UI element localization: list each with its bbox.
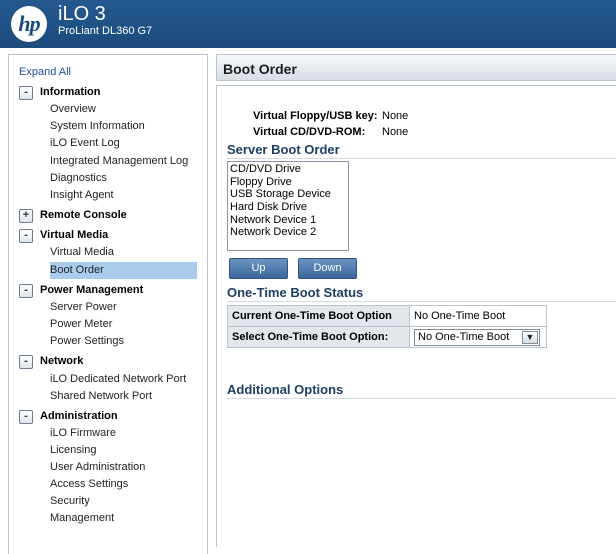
- select-boot-option-cell: No One-Time Boot ▼: [409, 326, 547, 348]
- current-boot-option-value: No One-Time Boot: [409, 305, 547, 327]
- nav-item-shared-network-port[interactable]: Shared Network Port: [50, 388, 197, 405]
- nav-section-label[interactable]: Power Management: [40, 284, 143, 296]
- nav-item-ilo-dedicated-network-port[interactable]: iLO Dedicated Network Port: [50, 371, 197, 388]
- content-panel: Virtual Floppy/USB key: None Virtual CD/…: [216, 85, 616, 547]
- server-model: ProLiant DL360 G7: [58, 25, 153, 37]
- nav-item-ilo-firmware[interactable]: iLO Firmware: [50, 425, 197, 442]
- nav-item-server-power[interactable]: Server Power: [50, 299, 197, 316]
- header-bar: hp iLO 3 ProLiant DL360 G7: [0, 0, 616, 48]
- expand-all-link[interactable]: Expand All: [19, 66, 71, 78]
- nav-section-label[interactable]: Network: [40, 355, 83, 367]
- collapse-icon[interactable]: -: [19, 284, 33, 298]
- page-title-bar: Boot Order: [216, 54, 616, 81]
- select-boot-option-label: Select One-Time Boot Option:: [227, 326, 410, 348]
- collapse-icon[interactable]: -: [19, 355, 33, 369]
- current-boot-option-label: Current One-Time Boot Option: [227, 305, 410, 327]
- hp-logo: hp: [11, 6, 47, 42]
- table-row: Current One-Time Boot Option No One-Time…: [227, 305, 547, 327]
- boot-device-item[interactable]: CD/DVD Drive: [230, 163, 346, 176]
- collapse-icon[interactable]: -: [19, 86, 33, 100]
- virtual-cd-label: Virtual CD/DVD-ROM:: [253, 126, 366, 138]
- section-divider: [227, 301, 616, 302]
- boot-device-item[interactable]: USB Storage Device: [230, 188, 346, 201]
- virtual-cd-row: Virtual CD/DVD-ROM: None: [253, 126, 453, 140]
- additional-options-heading: Additional Options: [227, 382, 344, 397]
- nav-item-power-meter[interactable]: Power Meter: [50, 316, 197, 333]
- nav-item-user-administration[interactable]: User Administration: [50, 459, 197, 476]
- move-up-button[interactable]: Up: [229, 258, 288, 279]
- nav-item-licensing[interactable]: Licensing: [50, 442, 197, 459]
- nav-item-access-settings[interactable]: Access Settings: [50, 476, 197, 493]
- nav-section-label[interactable]: Information: [40, 86, 101, 98]
- nav-section-label[interactable]: Administration: [40, 410, 118, 422]
- nav-item-power-settings[interactable]: Power Settings: [50, 333, 197, 350]
- move-down-button[interactable]: Down: [298, 258, 357, 279]
- one-time-boot-status-heading: One-Time Boot Status: [227, 285, 364, 300]
- boot-device-item[interactable]: Floppy Drive: [230, 176, 346, 189]
- main-content: Boot Order Virtual Floppy/USB key: None …: [216, 54, 616, 547]
- collapse-icon[interactable]: -: [19, 410, 33, 424]
- page-title: Boot Order: [223, 61, 297, 77]
- virtual-floppy-value: None: [382, 110, 409, 122]
- nav-item-integrated-management-log[interactable]: Integrated Management Log: [50, 153, 197, 170]
- app-title: iLO 3: [58, 3, 106, 25]
- nav-item-security[interactable]: Security: [50, 493, 197, 510]
- nav-item-insight-agent[interactable]: Insight Agent: [50, 187, 197, 204]
- expand-icon[interactable]: +: [19, 209, 33, 223]
- select-value: No One-Time Boot: [418, 330, 510, 343]
- chevron-down-icon[interactable]: ▼: [522, 330, 538, 344]
- nav-item-overview[interactable]: Overview: [50, 101, 197, 118]
- virtual-floppy-label: Virtual Floppy/USB key:: [253, 110, 378, 122]
- section-divider: [227, 398, 616, 399]
- nav-section-label[interactable]: Virtual Media: [40, 229, 108, 241]
- boot-device-item[interactable]: Network Device 2: [230, 226, 346, 239]
- hp-logo-text: hp: [18, 11, 40, 36]
- nav-item-ilo-event-log[interactable]: iLO Event Log: [50, 135, 197, 152]
- boot-device-item[interactable]: Network Device 1: [230, 214, 346, 227]
- nav-item-diagnostics[interactable]: Diagnostics: [50, 170, 197, 187]
- nav-item-virtual-media[interactable]: Virtual Media: [50, 244, 197, 261]
- collapse-icon[interactable]: -: [19, 229, 33, 243]
- nav-item-system-information[interactable]: System Information: [50, 118, 197, 135]
- virtual-cd-value: None: [382, 126, 409, 138]
- one-time-boot-table: Current One-Time Boot Option No One-Time…: [227, 305, 547, 348]
- virtual-floppy-row: Virtual Floppy/USB key: None: [253, 110, 453, 124]
- one-time-boot-select[interactable]: No One-Time Boot ▼: [414, 328, 540, 346]
- nav-section-label[interactable]: Remote Console: [40, 209, 127, 221]
- section-divider: [227, 158, 616, 159]
- boot-order-listbox[interactable]: CD/DVD Drive Floppy Drive USB Storage De…: [227, 161, 349, 251]
- nav-item-management[interactable]: Management: [50, 510, 197, 527]
- server-boot-order-heading: Server Boot Order: [227, 142, 340, 157]
- navigation-sidebar: Expand All - Information Overview System…: [8, 54, 208, 554]
- nav-item-boot-order[interactable]: Boot Order: [50, 262, 197, 279]
- boot-device-item[interactable]: Hard Disk Drive: [230, 201, 346, 214]
- table-row: Select One-Time Boot Option: No One-Time…: [227, 326, 547, 348]
